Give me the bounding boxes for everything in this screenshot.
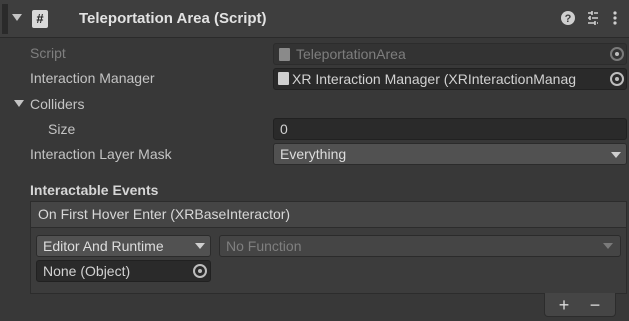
target-object-field[interactable]: None (Object)	[36, 260, 211, 282]
event-name-label: On First Hover Enter (XRBaseInteractor)	[38, 206, 291, 222]
colliders-foldout-arrow-icon[interactable]	[14, 100, 24, 107]
preset-icon[interactable]	[584, 10, 602, 28]
add-button[interactable]: +	[554, 296, 574, 314]
size-label: Size	[48, 121, 76, 137]
chevron-down-icon	[611, 152, 621, 158]
chevron-down-icon	[195, 243, 205, 249]
object-picker-icon[interactable]	[610, 72, 624, 86]
script-label: Script	[30, 45, 66, 61]
size-input[interactable]: 0	[273, 118, 627, 140]
layer-mask-label: Interaction Layer Mask	[30, 146, 172, 162]
layer-mask-dropdown[interactable]: Everything	[273, 143, 627, 165]
script-icon: #	[32, 10, 48, 28]
svg-text:?: ?	[565, 13, 572, 25]
colliders-label[interactable]: Colliders	[30, 96, 84, 112]
interactable-events-title: Interactable Events	[30, 182, 159, 198]
component-title: Teleportation Area (Script)	[79, 10, 267, 27]
script-file-icon	[279, 48, 290, 61]
runtime-mode-dropdown[interactable]: Editor And Runtime	[36, 235, 211, 257]
object-picker-icon[interactable]	[193, 264, 207, 278]
help-icon[interactable]: ?	[559, 10, 577, 28]
remove-button[interactable]: −	[585, 296, 605, 314]
component-enable-strip	[2, 4, 8, 34]
interaction-manager-label: Interaction Manager	[30, 70, 155, 86]
foldout-arrow-icon[interactable]	[12, 14, 22, 21]
function-dropdown: No Function	[219, 235, 621, 257]
context-menu-icon[interactable]	[606, 10, 624, 28]
chevron-down-icon	[603, 243, 613, 249]
component-icon	[278, 72, 289, 85]
object-picker-icon	[610, 47, 624, 61]
interaction-manager-field[interactable]: XR Interaction Manager (XRInteractionMan…	[273, 68, 627, 90]
script-field: TeleportationArea	[273, 43, 627, 65]
